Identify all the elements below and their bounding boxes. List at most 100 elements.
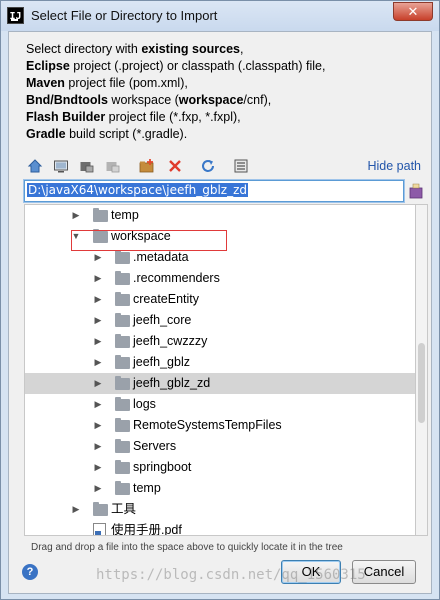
expand-arrow-icon[interactable]: ▶ [93,415,103,436]
description-segment: project file (*.fxp, *.fxpl), [105,110,241,124]
tree-item-label: RemoteSystemsTempFiles [133,418,282,432]
expand-arrow-icon[interactable]: ▶ [93,436,103,457]
history-icon[interactable] [409,183,423,199]
tree-folder-item[interactable]: ▶ 工具 [25,499,415,520]
help-button[interactable]: ? [22,564,38,580]
tree-folder-item[interactable]: ▶ logs [25,394,415,415]
description-keyword: Flash Builder [26,110,106,124]
expand-arrow-icon[interactable]: ▶ [93,310,103,331]
tree-item-label: jeefh_core [133,313,192,327]
tree-item-label: Servers [133,439,177,453]
tree-item-label: jeefh_gblz_zd [133,376,211,390]
tree-folder-item[interactable]: ▶ springboot [25,457,415,478]
expand-arrow-icon[interactable]: ▶ [93,289,103,310]
new-folder-icon[interactable] [139,158,155,174]
description-keyword: Bnd/Bndtools [26,93,108,107]
project-icon[interactable] [79,158,95,174]
description-line: Bnd/Bndtools workspace (workspace/cnf), [26,92,325,109]
expand-arrow-icon[interactable]: ▶ [93,478,103,499]
close-button[interactable]: ✕ [393,2,433,21]
tree-folder-item[interactable]: ▶ temp [25,205,415,226]
tree-folder-item[interactable]: ▶ jeefh_cwzzzy [25,331,415,352]
folder-icon [115,439,130,453]
watermark: https://blog.csdn.net/qq_1560315 [96,567,366,583]
description-line: Eclipse project (.project) or classpath … [26,58,325,75]
selection-annotation-box [71,230,227,251]
folder-icon [115,355,130,369]
folder-icon [115,313,130,327]
expand-arrow-icon[interactable]: ▶ [93,457,103,478]
folder-icon [115,397,130,411]
expand-arrow-icon[interactable]: ▶ [93,373,103,394]
folder-icon [115,334,130,348]
expand-arrow-icon[interactable]: ▶ [71,499,81,520]
tree-item-label: jeefh_cwzzzy [133,334,208,348]
description-segment: build script (*.gradle). [65,127,188,141]
description-keyword: workspace [178,93,244,107]
expand-arrow-icon[interactable]: ▶ [93,268,103,289]
tree-folder-item[interactable]: ▶ createEntity [25,289,415,310]
dialog-body: Select directory with existing sources, E… [8,31,432,594]
description-line: Maven project file (pom.xml), [26,75,325,92]
file-tree[interactable]: ▶ temp ▼ workspace ▶ .metadata ▶ .recommenders ▶… [24,204,416,536]
tree-item-label: .recommenders [133,271,220,285]
description-line: Select directory with existing sources, [26,41,325,58]
import-dialog: IJ Select File or Directory to Import ✕ … [0,0,440,600]
description-line: Gradle build script (*.gradle). [26,126,325,143]
description-segment: project file (pom.xml), [64,76,188,90]
delete-icon[interactable] [167,158,183,174]
intellij-app-icon: IJ [7,7,24,24]
tree-folder-item[interactable]: ▶ Servers [25,436,415,457]
tree-folder-item[interactable]: ▶ jeefh_gblz_zd [25,373,415,394]
folder-icon [93,502,108,516]
drag-drop-hint: Drag and drop a file into the space abov… [31,542,343,553]
description-segment: project (.project) or classpath (.classp… [69,59,326,73]
file-toolbar: Hide path [9,154,431,178]
description-segment: Select directory with [26,42,142,56]
tree-item-label: logs [133,397,156,411]
window-title: Select File or Directory to Import [31,8,218,23]
tree-item-label: createEntity [133,292,200,306]
description-text: Select directory with existing sources, E… [26,41,325,143]
expand-arrow-icon[interactable]: ▶ [93,331,103,352]
module-icon[interactable] [105,158,121,174]
expand-arrow-icon[interactable]: ▶ [93,394,103,415]
tree-folder-item[interactable]: ▶ RemoteSystemsTempFiles [25,415,415,436]
folder-icon [115,376,130,390]
description-keyword: Gradle [26,127,66,141]
description-keyword: existing sources [141,42,240,56]
description-segment: /cnf), [243,93,272,107]
description-segment: workspace ( [107,93,179,107]
folder-icon [115,271,130,285]
folder-icon [115,481,130,495]
show-hidden-icon[interactable] [233,158,249,174]
expand-arrow-icon[interactable]: ▶ [71,205,81,226]
tree-folder-item[interactable]: ▶ jeefh_gblz [25,352,415,373]
description-segment: , [239,42,244,56]
tree-item-label: temp [111,208,139,222]
home-icon[interactable] [27,158,43,174]
tree-item-label: 使用手册.pdf [111,523,182,536]
tree-item-label: temp [133,481,161,495]
tree-file-item[interactable]: 使用手册.pdf [25,520,415,536]
hide-path-link[interactable]: Hide path [367,159,421,173]
tree-item-label: jeefh_gblz [133,355,190,369]
path-input[interactable]: D:\javaX64\workspace\jeefh_gblz_zd [24,180,404,202]
pdf-file-icon [93,523,106,535]
desktop-icon[interactable] [53,158,69,174]
tree-folder-item[interactable]: ▶ jeefh_core [25,310,415,331]
expand-arrow-icon[interactable]: ▶ [93,352,103,373]
folder-icon [115,250,130,264]
folder-icon [115,460,130,474]
tree-scrollbar[interactable] [416,204,428,536]
scrollbar-thumb[interactable] [418,343,425,423]
description-keyword: Eclipse [26,59,70,73]
title-bar[interactable]: IJ Select File or Directory to Import ✕ [1,1,439,31]
tree-folder-item[interactable]: ▶ .recommenders [25,268,415,289]
path-input-text: D:\javaX64\workspace\jeefh_gblz_zd [27,183,248,197]
refresh-icon[interactable] [200,158,216,174]
folder-icon [93,208,108,222]
description-keyword: Maven [26,76,65,90]
folder-icon [115,292,130,306]
tree-folder-item[interactable]: ▶ temp [25,478,415,499]
